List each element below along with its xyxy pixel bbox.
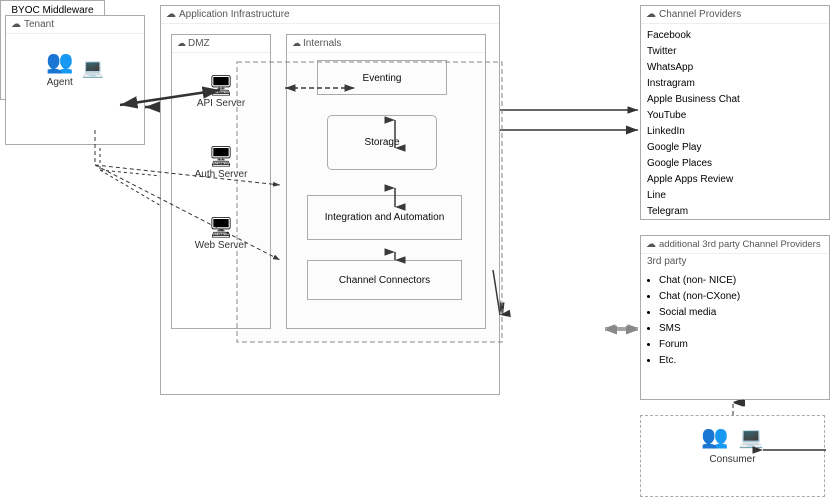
dmz-label: DMZ [188, 38, 210, 49]
agent-laptop-icon: 💻 [81, 58, 103, 79]
consumer-box: 👥 💻 Consumer [640, 415, 825, 497]
internals-box: ☁ Internals Eventing Storage Integration… [286, 34, 486, 329]
channel-providers-label: Channel Providers [659, 9, 741, 20]
list-item: Chat (non-CXone) [659, 289, 823, 305]
tenant-header: ☁ Tenant [6, 16, 144, 34]
auth-server: 🖥 Auth Server [172, 144, 270, 180]
cloud-icon-infra: ☁ [166, 9, 176, 20]
api-server-label: API Server [172, 98, 270, 109]
auth-server-label: Auth Server [172, 169, 270, 180]
cloud-icon-tenant: ☁ [11, 19, 21, 30]
list-item: Facebook [647, 28, 823, 44]
third-party-sublabel: 3rd party [641, 254, 829, 269]
list-item: Telegram [647, 204, 823, 220]
agent-label: Agent [46, 77, 73, 88]
cloud-icon-tp: ☁ [646, 239, 656, 250]
dmz-header: ☁ DMZ [172, 35, 270, 53]
consumer-laptop-figure: 💻 [739, 425, 764, 450]
storage-label: Storage [364, 137, 399, 148]
web-server: 🖥 Web Server [172, 215, 270, 251]
agent-figure: 👥 Agent [46, 49, 73, 88]
cloud-icon-internals: ☁ [292, 38, 301, 49]
list-item: Chat (non- NICE) [659, 273, 823, 289]
third-party-header: ☁ additional 3rd party Channel Providers [641, 236, 829, 254]
channel-connectors-label: Channel Connectors [339, 275, 430, 286]
consumer-figure: 👥 [701, 424, 728, 450]
list-item: Forum [659, 337, 823, 353]
tenant-label: Tenant [24, 19, 54, 30]
list-item: SMS [659, 321, 823, 337]
list-item: Google Play [647, 140, 823, 156]
list-item: Twitter [647, 44, 823, 60]
third-party-label: additional 3rd party Channel Providers [659, 239, 821, 250]
list-item: LinkedIn [647, 124, 823, 140]
list-item: Instragram [647, 76, 823, 92]
tenant-box: ☁ Tenant 👥 Agent 💻 [5, 15, 145, 145]
list-item: Etc. [659, 353, 823, 369]
eventing-box: Eventing [317, 60, 447, 95]
list-item: Social media [659, 305, 823, 321]
channel-providers-header: ☁ Channel Providers [641, 6, 829, 24]
list-item: Apple Business Chat [647, 92, 823, 108]
web-server-label: Web Server [172, 240, 270, 251]
app-infra-label: Application Infrastructure [179, 9, 290, 20]
laptop-figure: 💻 [81, 58, 103, 79]
third-party-box: ☁ additional 3rd party Channel Providers… [640, 235, 830, 400]
api-server: 🖥 API Server [172, 73, 270, 109]
third-party-list: Chat (non- NICE) Chat (non-CXone) Social… [641, 269, 829, 373]
channel-providers-box: ☁ Channel Providers Facebook Twitter Wha… [640, 5, 830, 220]
storage-box: Storage [327, 115, 437, 170]
eventing-label: Eventing [363, 73, 402, 84]
cloud-icon-cp: ☁ [646, 9, 656, 20]
cloud-icon-dmz: ☁ [177, 38, 186, 49]
app-infra-box: ☁ Application Infrastructure ☁ DMZ 🖥 API… [160, 5, 500, 395]
internals-label: Internals [303, 38, 341, 49]
list-item: Google Places [647, 156, 823, 172]
agent-person-icon: 👥 [46, 49, 73, 75]
list-item: WhatsApp [647, 60, 823, 76]
dmz-box: ☁ DMZ 🖥 API Server 🖥 Auth Server 🖥 Web S… [171, 34, 271, 329]
list-item: YouTube [647, 108, 823, 124]
list-item: Line [647, 188, 823, 204]
channel-providers-list: Facebook Twitter WhatsApp Instragram App… [641, 24, 829, 224]
integration-box: Integration and Automation [307, 195, 462, 240]
list-item: Apple Apps Review [647, 172, 823, 188]
app-infra-header: ☁ Application Infrastructure [161, 6, 499, 24]
integration-label: Integration and Automation [325, 212, 445, 223]
channel-connectors-box: Channel Connectors [307, 260, 462, 300]
consumer-label: Consumer [641, 454, 824, 465]
internals-header: ☁ Internals [287, 35, 485, 53]
diagram-container: ☁ Tenant 👥 Agent 💻 ☁ Application Infrast… [0, 0, 838, 501]
